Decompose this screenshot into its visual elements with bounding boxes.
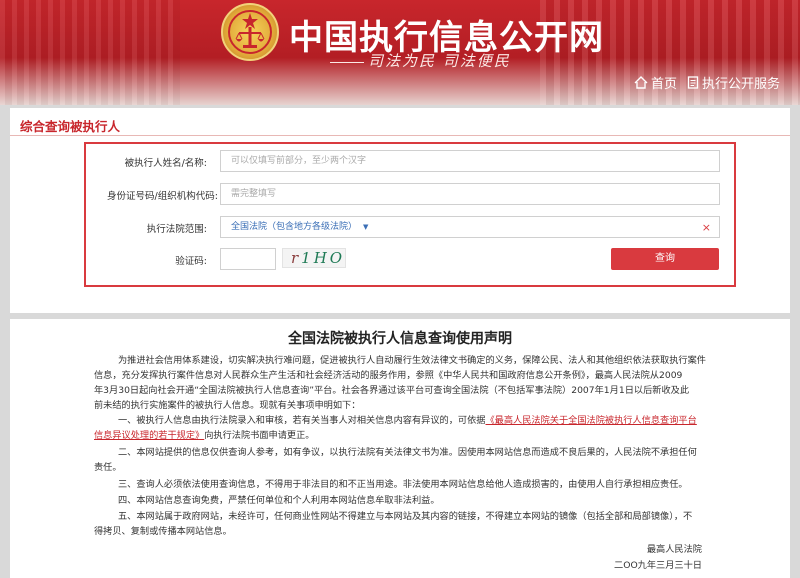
statement-item-5-cont: 得拷贝、复制或传播本网站信息。	[94, 526, 232, 537]
site-slogan: 司法为民 司法便民	[330, 50, 511, 71]
statement-date: 二OO九年三月三十日	[614, 560, 702, 571]
chevron-down-icon: ▼	[363, 223, 369, 231]
statement-item-3: 三、查询人必须依法使用查询信息，不得用于非法目的和不正当用途。非法使用本网站信息…	[118, 479, 688, 490]
nav-home[interactable]: 首页	[634, 73, 677, 92]
statement-item-2: 二、本网站提供的信息仅供查询人参考，如有争议，以执行法院有关法律文书为准。因使用…	[118, 447, 697, 458]
regulation-link[interactable]: 《最高人民法院关于全国法院被执行人信息查询平台	[486, 415, 697, 426]
top-nav: 首页 执行公开服务	[634, 73, 780, 92]
search-panel: 综合查询被执行人 被执行人姓名/名称: 可以仅填写前部分，至少两个汉字 身份证号…	[10, 108, 790, 313]
nav-execution-service-label: 执行公开服务	[701, 77, 780, 92]
statement-paragraph: 年3月30日起向社会开通“全国法院被执行人信息查询”平台。社会各界通过该平台可查…	[94, 385, 690, 396]
court-range-value: 全国法院（包含地方各级法院）	[231, 222, 358, 232]
regulation-link-cont[interactable]: 信息异议处理的若干规定》	[94, 430, 204, 441]
court-emblem-icon	[221, 3, 279, 61]
statement-title: 全国法院被执行人信息查询使用声明	[288, 331, 512, 347]
name-input[interactable]: 可以仅填写前部分，至少两个汉字	[220, 150, 720, 172]
captcha-input[interactable]	[220, 248, 276, 270]
captcha-chars: 1HO	[301, 249, 346, 267]
statement-item-2-cont: 责任。	[94, 462, 122, 473]
statement-signature: 最高人民法院	[646, 544, 702, 555]
id-input[interactable]: 需完整填写	[220, 183, 720, 205]
statement-item-4: 四、本网站信息查询免费，严禁任何单位和个人利用本网站信息牟取非法利益。	[118, 495, 440, 506]
statement-item-5: 五、本网站属于政府网站，未经许可，任何商业性网站不得建立与本网站及其内容的链接，…	[118, 511, 693, 522]
slogan-dash	[330, 61, 364, 63]
header-background-building-left	[0, 0, 180, 105]
statement-paragraph: 信息，充分发挥执行案件信息对人民群众生产生活和社会经济活动的服务作用，参照《中华…	[94, 370, 683, 381]
item-1-text: 一、被执行人信息由执行法院录入和审核，若有关当事人对相关信息内容有异议的，可依据	[118, 415, 486, 426]
document-icon	[687, 76, 699, 89]
slogan-text: 司法为民 司法便民	[368, 52, 511, 70]
captcha-char: r	[291, 249, 302, 267]
panel-divider	[10, 135, 790, 136]
statement-paragraph: 为推进社会信用体系建设，切实解决执行难问题，促进被执行人自动履行生效法律文书确定…	[118, 355, 706, 366]
captcha-image[interactable]: r1HO	[282, 248, 346, 268]
panel-title: 综合查询被执行人	[20, 119, 121, 134]
usage-statement: 全国法院被执行人信息查询使用声明 为推进社会信用体系建设，切实解决执行难问题，促…	[10, 319, 790, 578]
captcha-label: 验证码:	[175, 256, 207, 267]
clear-icon[interactable]: ×	[702, 221, 711, 234]
nav-execution-service[interactable]: 执行公开服务	[687, 73, 780, 92]
statement-item-1-cont: 信息异议处理的若干规定》向执行法院书面申请更正。	[94, 428, 714, 444]
statement-item-1: 一、被执行人信息由执行法院录入和审核，若有关当事人对相关信息内容有异议的，可依据…	[118, 413, 738, 429]
statement-paragraph: 前未结的执行实施案件的被执行人信息。现就有关事项申明如下：	[94, 400, 361, 411]
court-range-label: 执行法院范围:	[146, 224, 207, 235]
court-range-select[interactable]: 全国法院（包含地方各级法院） ▼ ×	[220, 216, 720, 238]
nav-home-label: 首页	[650, 77, 677, 92]
item-1-suffix: 向执行法院书面申请更正。	[204, 430, 315, 441]
home-icon	[634, 76, 648, 89]
id-label: 身份证号码/组织机构代码:	[107, 191, 218, 202]
name-label: 被执行人姓名/名称:	[124, 158, 207, 169]
site-header: 中国执行信息公开网 司法为民 司法便民 首页 执行公开服务	[0, 0, 800, 105]
search-button[interactable]: 查询	[611, 248, 719, 270]
